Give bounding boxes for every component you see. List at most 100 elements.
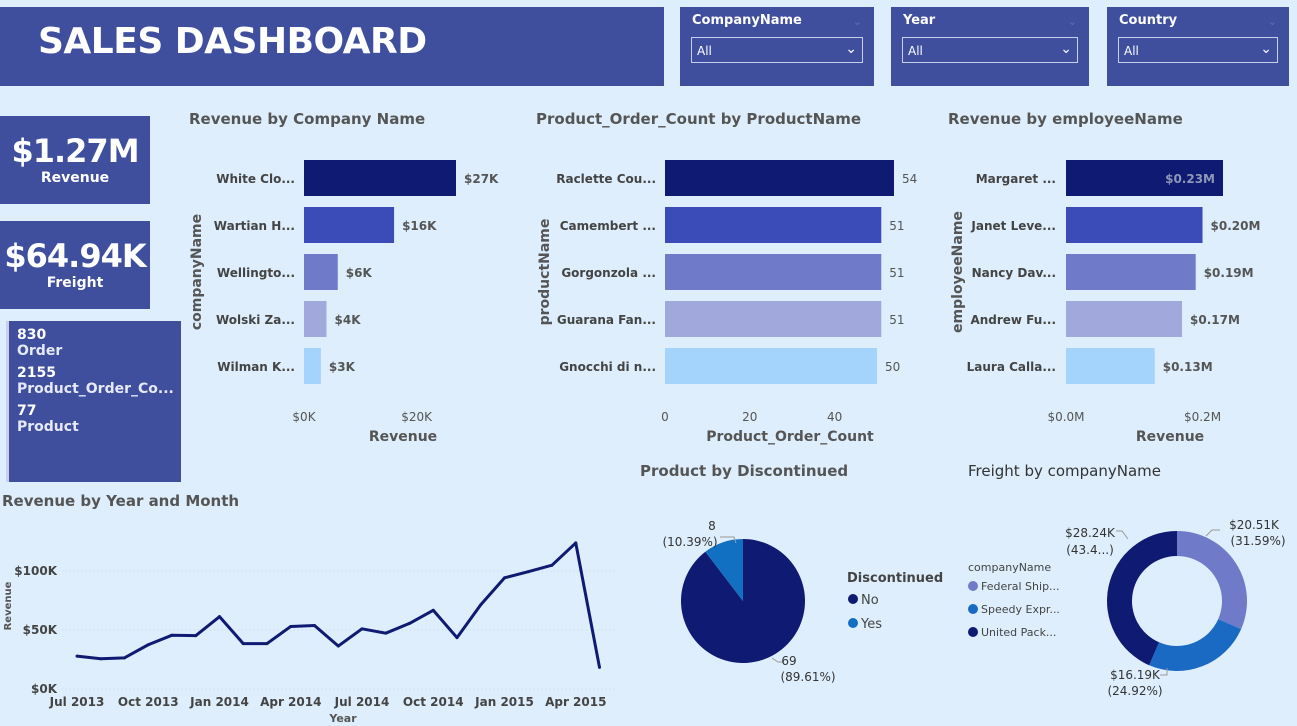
legend-label: Federal Ship...	[981, 580, 1060, 593]
data-point	[550, 563, 554, 567]
tick-label: Andrew Fu...	[970, 313, 1056, 327]
bar	[304, 160, 456, 196]
data-label: $20.51K	[1229, 518, 1280, 532]
tick-label: Margaret ...	[976, 172, 1056, 186]
leader-line	[1116, 530, 1129, 540]
legend-marker	[968, 627, 978, 637]
data-label: $3K	[329, 360, 356, 374]
data-point	[146, 643, 150, 647]
data-label: $0.23M	[1165, 172, 1215, 186]
data-point	[360, 627, 364, 631]
bar	[304, 207, 395, 243]
tick-label: 0	[661, 410, 669, 424]
bar	[304, 348, 321, 384]
data-point	[123, 656, 126, 660]
axis-label: Revenue	[369, 429, 437, 445]
tick-label: Guarana Fan...	[557, 313, 656, 327]
tick-label: Jul 2014	[334, 695, 390, 709]
bar	[665, 160, 894, 196]
data-point	[455, 636, 459, 640]
data-label: 51	[889, 219, 904, 233]
legend-title: Discontinued	[847, 571, 943, 586]
data-point	[408, 621, 411, 625]
tick-label: Wilman K...	[217, 360, 295, 374]
data-label: $0.17M	[1190, 313, 1240, 327]
data-point	[75, 654, 79, 658]
charts-canvas: White Clo... $27K Wartian H... $16K Wellingt…	[3, 160, 1286, 725]
data-label: (43.4...)	[1066, 543, 1114, 557]
pie-slice-no	[680, 539, 805, 663]
tick-label: Apr 2015	[545, 695, 606, 709]
tick-label: $0.0M	[1047, 410, 1084, 424]
tick-label: Wellingto...	[217, 266, 295, 280]
data-label: (10.39%)	[662, 535, 717, 549]
tick-label: $0K	[292, 410, 316, 424]
data-label: $28.24K	[1065, 526, 1116, 540]
axis-label: Product_Order_Count	[706, 429, 874, 445]
data-label: $0.19M	[1204, 266, 1254, 280]
tick-label: $0.2M	[1184, 410, 1221, 424]
legend-label: Speedy Expr...	[981, 603, 1060, 616]
bar	[665, 348, 878, 384]
data-label: $27K	[464, 172, 499, 186]
legend-title: companyName	[968, 561, 1051, 574]
legend-label: No	[861, 593, 879, 608]
data-label: $0.13M	[1163, 360, 1213, 374]
bar	[665, 301, 882, 337]
tick-label: 40	[827, 410, 842, 424]
legend-label: United Pack...	[981, 626, 1056, 639]
tick-label: $20K	[401, 410, 433, 424]
data-point	[289, 624, 293, 628]
tick-label: Gnocchi di n...	[559, 360, 656, 374]
data-point	[526, 570, 530, 574]
data-label: 54	[902, 172, 917, 186]
data-label: 50	[885, 360, 900, 374]
data-point	[574, 541, 578, 545]
tick-label: $0K	[31, 682, 58, 696]
data-label: $0.20M	[1211, 219, 1261, 233]
tick-label: Janet Leve...	[970, 219, 1056, 233]
tick-label: $100K	[14, 564, 57, 578]
bar	[304, 254, 338, 290]
data-point	[265, 642, 269, 646]
bar	[665, 254, 882, 290]
tick-label: Jan 2014	[189, 695, 249, 709]
legend-marker	[848, 594, 858, 604]
data-point	[194, 634, 198, 638]
tick-label: Apr 2014	[260, 695, 321, 709]
series-line	[76, 541, 601, 668]
data-point	[313, 624, 316, 628]
data-point	[479, 603, 483, 607]
data-label: 69	[781, 654, 796, 668]
data-point	[99, 657, 103, 661]
axis-label: Year	[328, 712, 357, 725]
data-point	[218, 615, 221, 619]
tick-label: Wartian H...	[214, 219, 295, 233]
tick-label: Raclette Cou...	[556, 172, 656, 186]
data-label: $6K	[346, 266, 373, 280]
data-label: 51	[889, 266, 904, 280]
tick-label: Oct 2013	[118, 695, 179, 709]
data-label: (89.61%)	[780, 670, 835, 684]
data-label: $4K	[335, 313, 362, 327]
tick-label: Gorgonzola ...	[561, 266, 656, 280]
legend-label: Yes	[860, 617, 882, 632]
data-label: $16.19K	[1110, 668, 1161, 682]
tick-label: Jan 2015	[474, 695, 534, 709]
bar	[1066, 207, 1203, 243]
data-label: $16K	[402, 219, 437, 233]
axis-label: employeeName	[950, 211, 966, 333]
data-point	[241, 642, 245, 646]
leader-line	[1205, 529, 1220, 537]
data-point	[598, 665, 601, 669]
axis-label: companyName	[189, 214, 205, 330]
axis-label: productName	[537, 219, 553, 326]
tick-label: Jul 2013	[49, 695, 105, 709]
tick-label: White Clo...	[216, 172, 295, 186]
bar	[1066, 348, 1155, 384]
data-point	[384, 631, 388, 635]
axis-label: Revenue	[1136, 429, 1204, 445]
tick-label: Nancy Dav...	[972, 266, 1056, 280]
data-point	[336, 644, 340, 648]
data-point	[503, 576, 506, 580]
